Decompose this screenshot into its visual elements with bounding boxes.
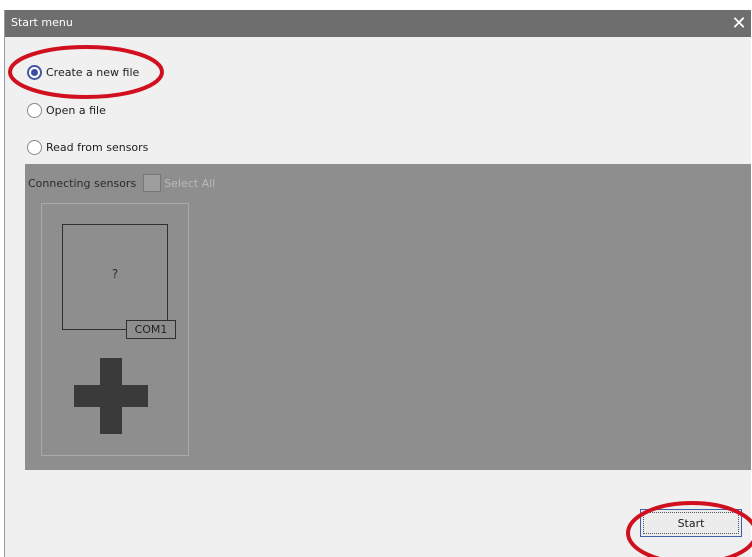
start-button[interactable]: Start xyxy=(640,509,742,537)
radio-button-checked[interactable] xyxy=(27,64,42,80)
radio-label-create-new-file: Create a new file xyxy=(46,65,140,79)
radio-button[interactable] xyxy=(27,139,42,155)
select-all-checkbox[interactable] xyxy=(143,174,162,192)
start-button-label: Start xyxy=(677,516,705,530)
radio-open-file[interactable]: Open a file xyxy=(27,100,106,120)
port-label: COM1 xyxy=(126,320,176,339)
title-bar: Start menu ✕ xyxy=(5,10,751,37)
unknown-sensor-icon: ? xyxy=(111,267,119,281)
add-sensor-plus-icon[interactable] xyxy=(74,358,148,434)
radio-button[interactable] xyxy=(27,102,42,118)
start-menu-dialog: Start menu ✕ Create a new file Open a fi… xyxy=(4,10,751,557)
radio-read-from-sensors[interactable]: Read from sensors xyxy=(27,137,148,157)
sensor-card[interactable]: ? COM1 xyxy=(41,203,189,456)
close-icon[interactable]: ✕ xyxy=(727,10,751,37)
sensor-panel: Connecting sensors Select All ? COM1 xyxy=(25,164,751,470)
radio-label-open-file: Open a file xyxy=(46,103,106,117)
radio-label-read-from-sensors: Read from sensors xyxy=(46,140,149,154)
sensor-icon-box: ? xyxy=(62,224,168,330)
radio-create-new-file[interactable]: Create a new file xyxy=(27,62,139,82)
sensor-panel-header: Connecting sensors Select All xyxy=(28,174,215,192)
connecting-sensors-label: Connecting sensors xyxy=(28,176,137,190)
window-title: Start menu xyxy=(11,16,73,29)
select-all-label: Select All xyxy=(164,176,216,190)
